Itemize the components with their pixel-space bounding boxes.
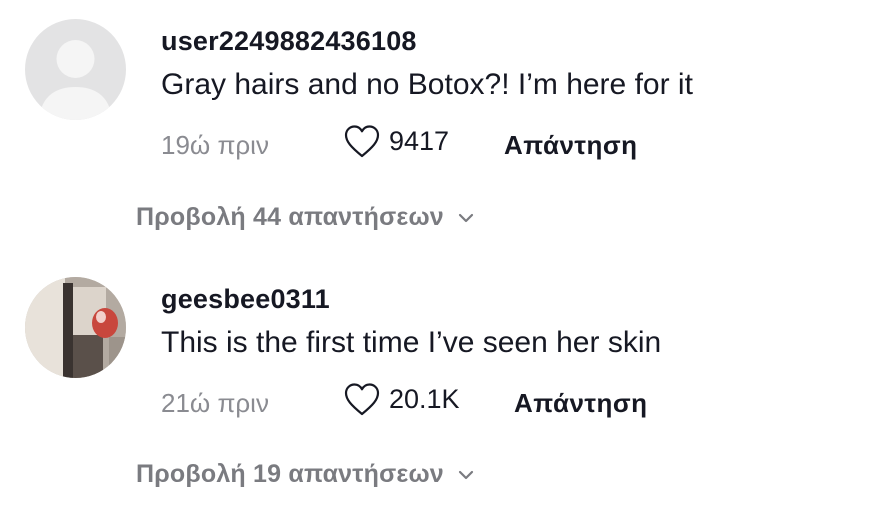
like-button[interactable]: 20.1K: [343, 381, 460, 417]
user-photo-avatar: [25, 277, 126, 378]
comment-text: Gray hairs and no Botox?! I’m here for i…: [161, 68, 693, 101]
chevron-down-icon: [458, 470, 474, 479]
like-button[interactable]: 9417: [343, 123, 449, 159]
comment-username[interactable]: geesbee0311: [161, 284, 330, 315]
view-replies-label: Προβολή 19 απαντήσεων: [136, 460, 444, 488]
like-count: 9417: [389, 125, 450, 156]
comment-timestamp: 19ώ πριν: [161, 130, 269, 160]
heart-icon: [344, 383, 380, 416]
view-replies-label: Προβολή 44 απαντήσεων: [136, 203, 444, 231]
view-replies-button[interactable]: Προβολή 19 απαντήσεων: [136, 460, 474, 489]
reply-button[interactable]: Απάντηση: [514, 388, 648, 419]
comment-text: This is the first time I’ve seen her ski…: [161, 326, 662, 359]
comment-username[interactable]: user2249882436108: [161, 26, 417, 57]
default-user-avatar-icon: [25, 19, 126, 120]
like-count: 20.1K: [389, 383, 460, 414]
chevron-down-icon: [458, 213, 474, 222]
view-replies-button[interactable]: Προβολή 44 απαντήσεων: [136, 203, 474, 232]
avatar[interactable]: [25, 19, 126, 120]
comment-timestamp: 21ώ πριν: [161, 388, 269, 418]
heart-icon: [344, 125, 380, 158]
avatar[interactable]: [25, 277, 126, 378]
reply-button[interactable]: Απάντηση: [504, 130, 638, 161]
